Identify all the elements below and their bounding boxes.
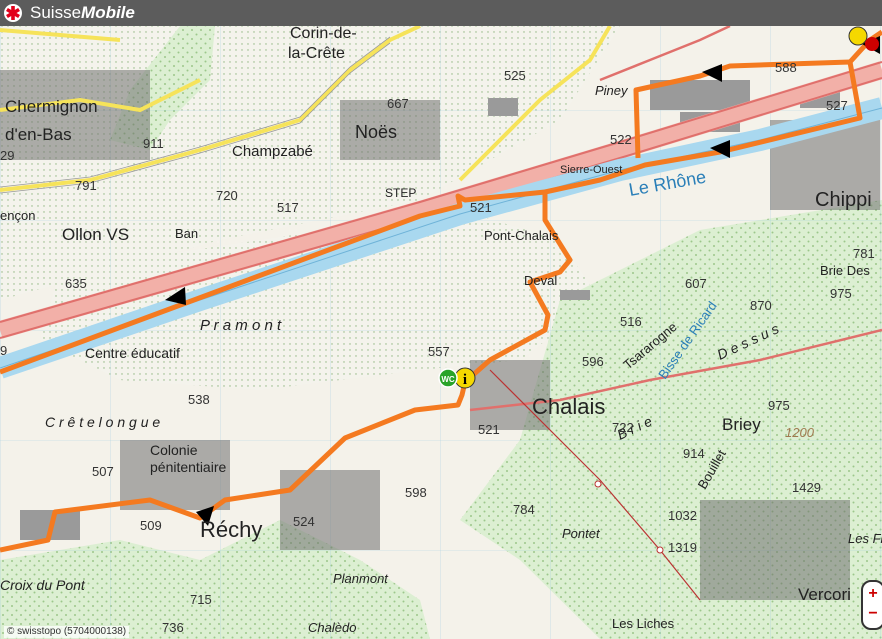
elevation-label: 870: [750, 298, 772, 313]
elevation-label: 509: [140, 518, 162, 533]
zoom-in-button[interactable]: +: [863, 584, 882, 604]
place-pont-chalais: Pont-Chalais: [484, 228, 559, 243]
elevation-label: 784: [513, 502, 535, 517]
place-les-fl: Les Fl: [848, 531, 882, 546]
info-icon: i: [463, 372, 467, 388]
info-point-marker[interactable]: i: [454, 367, 476, 389]
place-encon: ençon: [0, 208, 35, 223]
topographic-map[interactable]: i WC Corin-de- la-Crête Chermignon d'en-…: [0, 26, 882, 639]
place-colonie: Colonie: [150, 442, 198, 458]
elevation-label: 516: [620, 314, 642, 329]
place-cretelongue: C r ê t e l o n g u e: [45, 414, 160, 430]
elevation-label: 598: [405, 485, 427, 500]
place-noes: Noës: [355, 122, 397, 142]
elevation-label: 527: [826, 98, 848, 113]
place-penitentiaire: pénitentiaire: [150, 459, 226, 475]
place-chermignon: Chermignon: [5, 97, 98, 116]
place-piney: Piney: [595, 83, 629, 98]
place-step: STEP: [385, 186, 416, 200]
elevation-label: 607: [685, 276, 707, 291]
elevation-label: 975: [830, 286, 852, 301]
elevation-label: 667: [387, 96, 409, 111]
elevation-label: 9: [0, 343, 7, 358]
elevation-label: 525: [504, 68, 526, 83]
place-ollon: Ollon VS: [62, 225, 129, 244]
elevation-label: 1200: [785, 425, 815, 440]
elevation-label: 736: [162, 620, 184, 635]
elevation-label: 722: [612, 420, 634, 435]
place-centre-educatif: Centre éducatif: [85, 345, 180, 361]
place-chalais: Chalais: [532, 394, 605, 419]
elevation-label: 715: [190, 592, 212, 607]
elevation-label: 781: [853, 246, 875, 261]
place-ban: Ban: [175, 226, 198, 241]
elevation-label: 975: [768, 398, 790, 413]
zoom-out-button[interactable]: −: [863, 604, 882, 624]
elevation-label: 524: [293, 514, 315, 529]
place-corin: Corin-de-: [290, 26, 357, 42]
place-pontet: Pontet: [562, 526, 601, 541]
elevation-label: 791: [75, 178, 97, 193]
elevation-label: 29: [0, 148, 14, 163]
elevation-label: 1032: [668, 508, 697, 523]
place-vercorin: Vercori: [798, 585, 851, 604]
place-deval: Deval: [524, 273, 557, 288]
copyright-notice: © swisstopo (5704000138): [4, 626, 130, 638]
elevation-label: 1319: [668, 540, 697, 555]
place-planmont: Planmont: [333, 571, 389, 586]
place-corin-2: la-Crête: [288, 45, 345, 62]
place-champzabe: Champzabé: [232, 143, 313, 160]
place-rechy: Réchy: [200, 517, 262, 542]
elevation-label: 911: [143, 136, 164, 151]
place-pramont: P r a m o n t: [200, 317, 282, 334]
place-chaledo: Chalèdo: [308, 620, 356, 635]
place-briey: Briey: [722, 415, 761, 434]
cable-car-pylon: [656, 546, 664, 554]
elevation-label: 596: [582, 354, 604, 369]
zoom-control: + −: [861, 580, 882, 630]
elevation-label: 914: [683, 446, 705, 461]
place-en-bas: d'en-Bas: [5, 125, 72, 144]
place-sierre-ouest: Sierre-Ouest: [560, 164, 622, 176]
elevation-label: 588: [775, 60, 797, 75]
cable-car-pylon: [594, 480, 602, 488]
place-brie-des: Brie Des: [820, 263, 870, 278]
elevation-label: 517: [277, 200, 299, 215]
wc-marker[interactable]: WC: [438, 368, 458, 388]
elevation-label: 1429: [792, 480, 821, 495]
elevation-label: 521: [470, 200, 492, 215]
wc-icon: WC: [441, 375, 455, 384]
elevation-label: 522: [610, 132, 632, 147]
brand-bold: Mobile: [81, 3, 135, 22]
place-les-liches: Les Liches: [612, 616, 675, 631]
brand-logo[interactable]: SuisseMobile: [30, 3, 135, 23]
elevation-label: 507: [92, 464, 114, 479]
elevation-label: 538: [188, 392, 210, 407]
elevation-label: 635: [65, 276, 87, 291]
elevation-label: 720: [216, 188, 238, 203]
app-header: SuisseMobile: [0, 0, 882, 26]
elevation-label: 521: [478, 422, 500, 437]
place-croix-du-pont: Croix du Pont: [0, 577, 86, 593]
brand-light: Suisse: [30, 3, 82, 22]
place-chippis: Chippi: [815, 189, 872, 211]
swiss-cross-star-icon: [4, 4, 22, 22]
elevation-label: 557: [428, 344, 450, 359]
